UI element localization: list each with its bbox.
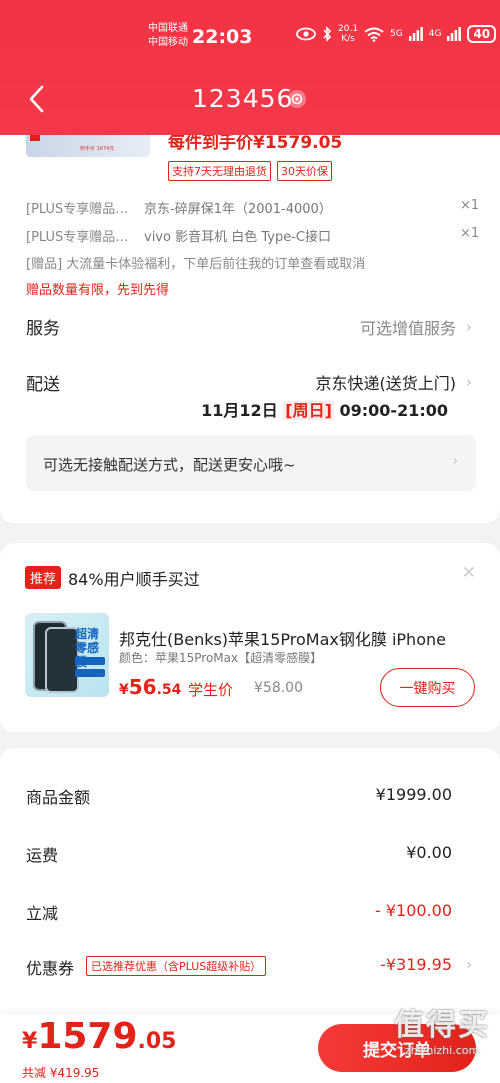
service-label: 服务 [26,319,60,339]
eye-icon [296,27,316,41]
tag-price-protect: 30天价保 [277,161,332,181]
recommend-product-spec: 颜色：苹果15ProMax【超清零感膜】 [119,651,323,665]
net-speed-value: 20.1 [338,24,359,34]
gift-type: [PLUS专享赠品… [26,230,129,245]
gift-name: vivo 影音耳机 白色 Type-C接口 [144,230,331,245]
close-icon[interactable]: ✕ [462,563,476,583]
gift-note: [赠品] 大流量卡体验福利，下单后前往我的订单查看或取消 [26,257,366,272]
signal-icon-1 [408,27,423,41]
price-currency: ¥ [119,682,129,698]
battery-indicator: 40 [467,25,497,43]
carrier-bottom: 中国移动 [148,37,188,48]
status-icons: 20.1 K/s 5G 4G 40 [296,24,497,44]
gift-qty: ×1 [460,198,480,213]
chevron-right-icon: › [466,373,472,391]
summary-value: ¥0.00 [406,843,452,862]
bluetooth-icon [323,26,332,42]
service-value: 可选增值服务 [359,319,456,338]
carrier-info: 中国联通 中国移动 [148,22,188,50]
contactless-option[interactable]: 可选无接触配送方式，配送更安心哦~ › [26,435,476,491]
total-integer: 1579 [37,1016,138,1057]
delivery-label: 配送 [26,375,60,395]
gift-warning: 赠品数量有限，先到先得 [26,283,170,298]
net-speed: 20.1 K/s [338,24,358,44]
quick-buy-button[interactable]: 一键购买 [380,668,475,707]
header-bar: 中国联通 中国移动 22:03 20.1 K/s 5G 4G 40 123456 [0,0,500,135]
recommend-badge: 推荐 [25,566,62,589]
recommendation-card: 推荐 84%用户顺手买过 ✕ 超清零感膜 邦克仕(Benks)苹果15ProMa… [0,543,500,732]
gift-qty: ×1 [460,226,480,241]
delivery-weekday: [周日] [283,401,334,420]
watermark-text: 值得买 [394,1008,490,1043]
gift-row: [PLUS专享赠品… vivo 影音耳机 白色 Type-C接口 ×1 [26,226,479,245]
signal-icon-2 [447,27,462,41]
phone-graphic [45,627,79,693]
chevron-right-icon[interactable]: › [466,957,472,973]
back-arrow-icon[interactable] [26,84,48,114]
page-title: 123456 [192,84,294,113]
service-selector[interactable]: 可选增值服务 › [360,315,472,339]
delivery-method: 京东快递(送货上门) [315,374,457,393]
tag-7day-return: 支持7天无理由退货 [168,161,271,181]
summary-label: 商品金额 [26,788,91,807]
recommend-product-image[interactable]: 超清零感膜 [25,613,109,697]
gift-name: 京东-碎屏保1年（2001-4000） [144,202,332,217]
delivery-date: 11月12日 [201,401,278,420]
summary-label: 立减 [26,904,59,923]
price-integer: 56 [128,675,157,699]
recommend-price: ¥56.54 [119,675,181,699]
status-time: 22:03 [192,26,253,48]
carrier-top: 中国联通 [148,23,188,34]
recommend-product-name[interactable]: 邦克仕(Benks)苹果15ProMax钢化膜 iPhone [119,626,471,650]
wifi-icon [364,27,384,42]
watermark-url: zhizhizhi.com [404,1044,480,1057]
contactless-text: 可选无接触配送方式，配送更安心哦~ [43,456,296,474]
image-decoration [75,669,105,677]
total-currency: ¥ [22,1029,38,1054]
original-price: ¥58.00 [254,680,303,696]
coupon-label: 优惠券 [26,959,75,978]
location-icon[interactable] [288,90,306,108]
order-details-card: SERIES 到手价 1674元 每件到手价¥1579.05 支持7天无理由退货… [0,100,500,523]
image-decoration [75,657,105,665]
total-saved[interactable]: 共减 ¥419.95 [22,1064,99,1081]
gift-row: [PLUS专享赠品… 京东-碎屏保1年（2001-4000） ×1 [26,198,479,217]
price-decimal: .54 [156,682,182,698]
total-decimal: .05 [137,1029,177,1054]
watermark: 值得买 zhizhizhi.com [394,1000,490,1057]
chevron-right-icon: › [452,454,458,469]
network-5g-label: 5G [390,29,403,39]
chevron-right-icon: › [466,318,472,336]
delivery-window: 09:00-21:00 [339,401,449,420]
student-price-label: 学生价 [188,681,234,699]
delivery-selector[interactable]: 京东快递(送货上门) › [316,370,473,394]
coupon-tag[interactable]: 已选推荐优惠（含PLUS超级补贴） [86,956,267,976]
thumb-price-text: 到手价 1674元 [80,146,115,152]
summary-value: ¥1999.00 [375,785,452,804]
network-4g-label: 4G [428,29,442,39]
net-speed-unit: K/s [341,34,355,44]
delivery-time[interactable]: 11月12日 [周日] 09:00-21:00 [201,397,448,421]
total-price: ¥1579.05 [22,1016,177,1057]
gift-type: [PLUS专享赠品… [26,202,129,217]
coupon-value[interactable]: -¥319.95 [380,955,452,974]
summary-value: - ¥100.00 [374,901,452,920]
service-tags: 支持7天无理由退货 30天价保 [168,161,332,181]
summary-label: 运费 [26,846,59,865]
recommend-title: 84%用户顺手买过 [68,570,200,589]
status-bar: 中国联通 中国移动 22:03 20.1 K/s 5G 4G 40 [0,22,500,52]
